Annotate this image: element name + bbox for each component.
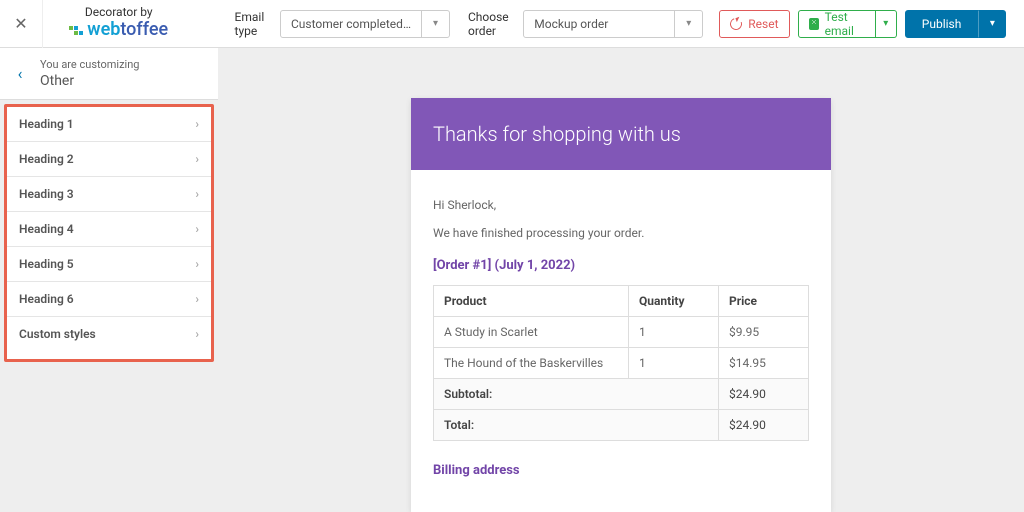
table-row: The Hound of the Baskervilles 1 $14.95 [434, 348, 809, 379]
chevron-down-icon: ▾ [674, 10, 702, 38]
chevron-right-icon: › [195, 222, 199, 236]
chevron-right-icon: › [195, 327, 199, 341]
choose-order-label: Choose order [468, 10, 511, 38]
publish-dropdown[interactable]: ▾ [978, 10, 1006, 38]
email-card: Thanks for shopping with us Hi Sherlock,… [411, 98, 831, 512]
section-title: Other [40, 73, 139, 89]
reset-button[interactable]: Reset [719, 10, 789, 38]
brand-logo: Decorator by webtoffee [43, 2, 195, 44]
order-table: Product Quantity Price A Study in Scarle… [433, 285, 809, 441]
option-heading-3[interactable]: Heading 3› [7, 177, 211, 212]
close-button[interactable]: ✕ [0, 0, 43, 48]
publish-label: Publish [922, 17, 962, 31]
email-processed-text: We have finished processing your order. [433, 226, 809, 240]
brand-squares-icon [69, 26, 83, 35]
order-heading: [Order #1] (July 1, 2022) [433, 258, 809, 273]
test-email-button[interactable]: Test email [798, 10, 876, 38]
email-hero: Thanks for shopping with us [411, 98, 831, 170]
total-row: Total: $24.90 [434, 410, 809, 441]
chevron-right-icon: › [195, 187, 199, 201]
choose-order-select[interactable]: Mockup order ▾ [523, 10, 703, 38]
reset-icon [728, 16, 744, 32]
test-email-label: Test email [825, 10, 865, 38]
col-qty: Quantity [629, 286, 719, 317]
email-type-select[interactable]: Customer completed or… ▾ [280, 10, 450, 38]
billing-heading: Billing address [433, 463, 809, 478]
email-preview: Thanks for shopping with us Hi Sherlock,… [218, 48, 1024, 512]
publish-button[interactable]: Publish [905, 10, 979, 38]
chevron-right-icon: › [195, 152, 199, 166]
email-type-value: Customer completed or… [281, 17, 421, 31]
chevron-right-icon: › [195, 257, 199, 271]
envelope-icon [809, 18, 819, 30]
option-heading-4[interactable]: Heading 4› [7, 212, 211, 247]
email-greeting: Hi Sherlock, [433, 198, 809, 212]
choose-order-value: Mockup order [524, 17, 674, 31]
col-price: Price [719, 286, 809, 317]
table-row: A Study in Scarlet 1 $9.95 [434, 317, 809, 348]
toolbar: Email type Customer completed or… ▾ Choo… [195, 10, 1024, 38]
option-heading-1[interactable]: Heading 1› [7, 107, 211, 142]
options-list: Heading 1› Heading 2› Heading 3› Heading… [4, 104, 214, 362]
customizing-label: You are customizing [40, 58, 139, 71]
option-heading-6[interactable]: Heading 6› [7, 282, 211, 317]
email-type-label: Email type [235, 10, 268, 38]
back-button[interactable]: ‹ [0, 64, 40, 83]
subtotal-row: Subtotal: $24.90 [434, 379, 809, 410]
option-heading-5[interactable]: Heading 5› [7, 247, 211, 282]
test-email-dropdown[interactable]: ▾ [876, 10, 897, 38]
option-heading-2[interactable]: Heading 2› [7, 142, 211, 177]
top-bar: ✕ Decorator by webtoffee Email type Cust… [0, 0, 1024, 48]
col-product: Product [434, 286, 629, 317]
option-custom-styles[interactable]: Custom styles› [7, 317, 211, 359]
chevron-down-icon: ▾ [421, 10, 449, 38]
customizer-sidebar: ‹ You are customizing Other Heading 1› H… [0, 48, 218, 512]
section-header: ‹ You are customizing Other [0, 48, 218, 100]
chevron-right-icon: › [195, 117, 199, 131]
chevron-right-icon: › [195, 292, 199, 306]
table-header-row: Product Quantity Price [434, 286, 809, 317]
brand-byline: Decorator by [85, 6, 153, 20]
reset-label: Reset [748, 17, 778, 31]
brand-wordmark: webtoffee [87, 20, 168, 41]
